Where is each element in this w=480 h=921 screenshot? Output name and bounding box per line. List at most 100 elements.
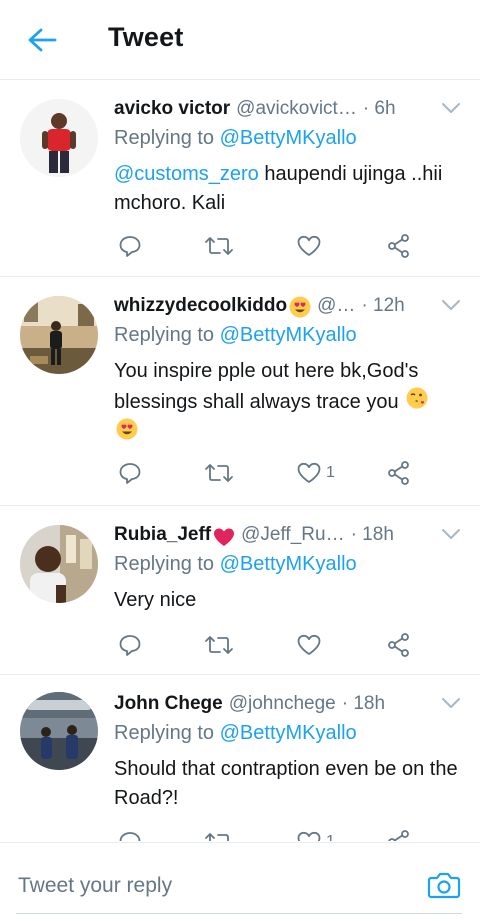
like-count: 1 [326, 833, 335, 841]
share-icon [388, 461, 409, 485]
retweet-icon [205, 237, 233, 255]
tweet-actions [114, 630, 414, 660]
replying-to: Replying to @BettyMKyallo [114, 553, 357, 576]
reply-icon [119, 463, 141, 484]
like-count: 1 [326, 464, 335, 481]
user-name[interactable]: John Chege [114, 693, 223, 715]
tweet-time: · 18h [341, 693, 386, 714]
replying-to-mention[interactable]: @BettyMKyallo [220, 324, 357, 346]
reply-icon [119, 832, 141, 841]
tweet-actions: 1 [114, 827, 414, 841]
heart-outline-icon [297, 235, 321, 256]
tweet-text-body: Should that contraption even be on the R… [114, 758, 458, 809]
retweet-icon [205, 833, 229, 841]
tweet-text: @customs_zero haupendi ujinga ..hii mcho… [114, 160, 464, 218]
share-button[interactable] [386, 458, 412, 488]
avatar[interactable] [20, 99, 98, 177]
tweet-text-body: You inspire pple out here bk,God's bless… [114, 360, 419, 413]
reply-icon [119, 635, 141, 656]
like-button[interactable] [296, 231, 326, 261]
tweet-time: · 6h [362, 98, 396, 119]
share-icon [388, 633, 409, 657]
tweet-header: Rubia_Jeff @Jeff_Ru… · 18h [114, 521, 454, 549]
replying-to-mention[interactable]: @BettyMKyallo [220, 553, 357, 575]
tweet-item[interactable]: avicko victor @avickovict… · 6h Replying… [0, 81, 480, 277]
tweet-header: avicko victor @avickovict… · 6h [114, 95, 454, 123]
tweet-actions [114, 231, 414, 261]
reply-button[interactable] [118, 458, 142, 488]
user-name[interactable]: Rubia_Jeff [114, 524, 211, 546]
page-title: Tweet [108, 22, 184, 52]
like-button[interactable] [296, 630, 326, 660]
share-button[interactable] [386, 231, 412, 261]
top-app-bar: Tweet [0, 0, 480, 80]
reply-input-underline [16, 913, 462, 914]
replying-to-label: Replying to [114, 553, 220, 575]
tweet-header: whizzydecoolkiddo @… · 12h [114, 292, 454, 320]
replying-to-label: Replying to [114, 722, 220, 744]
reply-input[interactable] [18, 869, 418, 903]
retweet-button[interactable] [204, 231, 234, 261]
reply-icon [119, 236, 141, 257]
tweet-item[interactable]: John Chege @johnchege · 18h Replying to … [0, 676, 480, 841]
user-handle[interactable]: @johnchege [229, 693, 336, 715]
heart-outline-icon [297, 634, 321, 655]
tweet-text-body: Very nice [114, 589, 197, 611]
camera-icon [427, 872, 461, 899]
user-handle[interactable]: @avickovict… [236, 98, 357, 120]
share-button[interactable] [386, 630, 412, 660]
reply-button[interactable] [118, 231, 142, 261]
share-button[interactable] [386, 827, 412, 841]
share-icon [388, 234, 409, 258]
chevron-down-icon[interactable] [440, 97, 462, 119]
replying-to-label: Replying to [114, 324, 220, 346]
heart-eyes-emoji [116, 418, 138, 440]
avatar[interactable] [20, 296, 98, 374]
kissing-heart-emoji [406, 387, 428, 409]
user-name[interactable]: avicko victor [114, 98, 230, 120]
like-button[interactable]: 1 [296, 458, 335, 488]
tweet-time: · 12h [361, 295, 405, 316]
tweet-actions: 1 [114, 458, 414, 488]
retweet-icon [205, 636, 233, 654]
arrow-left-icon [28, 28, 57, 52]
replying-to-mention[interactable]: @BettyMKyallo [220, 127, 357, 149]
user-name[interactable]: whizzydecoolkiddo [114, 295, 287, 317]
like-button[interactable]: 1 [296, 827, 335, 841]
share-icon [388, 830, 409, 841]
retweet-button[interactable] [204, 630, 234, 660]
heart-outline-icon [297, 831, 321, 841]
back-button[interactable] [22, 22, 62, 58]
retweet-icon [205, 464, 233, 482]
avatar[interactable] [20, 692, 98, 770]
chevron-down-icon[interactable] [440, 294, 462, 316]
reply-composer [0, 842, 480, 921]
heart-eyes-emoji [289, 296, 311, 318]
camera-button[interactable] [426, 867, 462, 903]
reply-button[interactable] [118, 630, 142, 660]
reply-button[interactable] [118, 827, 142, 841]
chevron-down-icon[interactable] [440, 692, 462, 714]
tweet-time: · 18h [350, 524, 394, 545]
text-mention[interactable]: @customs_zero [114, 163, 259, 185]
avatar[interactable] [20, 525, 98, 603]
heart-emoji [214, 528, 235, 546]
replying-to: Replying to @BettyMKyallo [114, 722, 357, 745]
user-handle[interactable]: @… [317, 295, 355, 317]
replying-to: Replying to @BettyMKyallo [114, 127, 357, 150]
chevron-down-icon[interactable] [440, 523, 462, 545]
tweet-item[interactable]: whizzydecoolkiddo @… · 12h Replying to @… [0, 278, 480, 506]
tweet-header: John Chege @johnchege · 18h [114, 690, 454, 718]
reply-feed[interactable]: avicko victor @avickovict… · 6h Replying… [0, 81, 480, 841]
retweet-button[interactable] [204, 827, 234, 841]
tweet-text: You inspire pple out here bk,God's bless… [114, 357, 464, 448]
replying-to: Replying to @BettyMKyallo [114, 324, 357, 347]
tweet-text: Very nice [114, 586, 464, 615]
replying-to-label: Replying to [114, 127, 220, 149]
retweet-button[interactable] [204, 458, 234, 488]
replying-to-mention[interactable]: @BettyMKyallo [220, 722, 357, 744]
heart-outline-icon [297, 462, 321, 483]
user-handle[interactable]: @Jeff_Ru… [241, 524, 344, 546]
tweet-item[interactable]: Rubia_Jeff @Jeff_Ru… · 18h Replying to @… [0, 507, 480, 675]
tweet-text: Should that contraption even be on the R… [114, 755, 464, 813]
